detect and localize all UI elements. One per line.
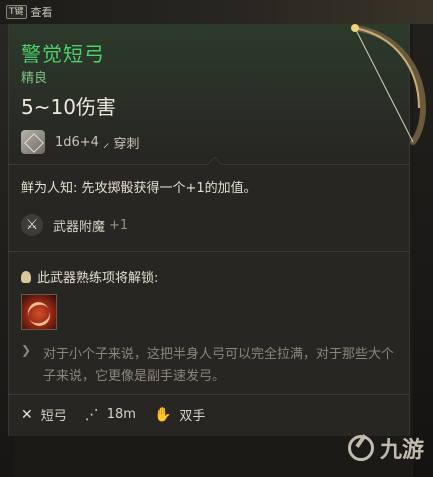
watermark: 九游 <box>348 432 424 464</box>
dice-icon <box>21 130 45 154</box>
proficiency-unlock: 此武器熟练项将解锁: <box>21 267 158 286</box>
bow-type-icon: ✕ <box>21 406 33 423</box>
range-icon: ⋰ <box>84 406 99 423</box>
item-rarity: 精良 <box>21 71 48 86</box>
property-range: ⋰ 18m <box>85 407 136 423</box>
item-tooltip: 警觉短弓 精良 5~10伤害 1d6+4 ⸝ 穿刺 鲜为人知: 先攻掷骰获得一个… <box>8 24 427 436</box>
watermark-logo-icon <box>348 435 374 461</box>
property-weapon-type: ✕ 短弓 <box>21 405 67 425</box>
damage-type: 穿刺 <box>113 136 140 152</box>
property-label: 18m <box>106 407 136 422</box>
piercing-icon: ⸝ <box>102 136 110 151</box>
dice-value: 1d6+4 <box>55 134 99 150</box>
divider-notch <box>206 156 223 173</box>
hand-icon: ✋ <box>153 406 172 423</box>
weapon-enchantment: ⚔ 武器附魔 +1 <box>21 214 128 236</box>
property-label: 短弓 <box>40 409 67 424</box>
watermark-text: 九游 <box>380 438 425 463</box>
damage-dice-row: 1d6+4 ⸝ 穿刺 <box>21 130 139 154</box>
divider <box>9 394 409 395</box>
quote-icon: ❯ <box>21 343 32 357</box>
divider <box>9 251 409 252</box>
enchant-value: +1 <box>109 217 129 233</box>
enchant-label: 武器附魔 <box>53 219 106 235</box>
sword-icon: ⚔ <box>21 214 43 236</box>
passive-text: 鲜为人知: 先攻掷骰获得一个+1的加值。 <box>21 181 257 196</box>
key-badge: T键 <box>6 5 27 19</box>
inspect-label: 查看 <box>30 6 53 19</box>
inspect-hint[interactable]: T键 查看 <box>6 4 53 20</box>
skill-icon[interactable] <box>21 294 57 330</box>
bow-illustration <box>351 24 427 145</box>
top-bar: T键 查看 <box>0 0 433 24</box>
flavor-text: 对于小个子来说，这把半身人弓可以完全拉满，对于那些大个子来说，它更像是副手速发弓… <box>43 347 395 384</box>
item-damage: 5~10伤害 <box>21 95 116 119</box>
property-label: 双手 <box>179 409 206 424</box>
proficiency-label: 此武器熟练项将解锁: <box>37 271 159 286</box>
lightbulb-icon <box>21 270 31 283</box>
weapon-properties: ✕ 短弓 ⋰ 18m ✋ 双手 <box>21 405 223 425</box>
property-handedness: ✋ 双手 <box>153 405 206 425</box>
item-title: 警觉短弓 <box>21 42 105 66</box>
